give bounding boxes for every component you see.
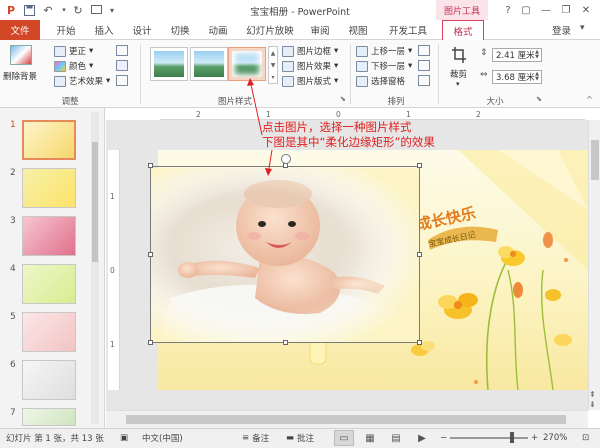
zoom-in-button[interactable]: +	[531, 431, 538, 445]
annotation-line-1: 点击图片，选择一种图片样式	[262, 120, 412, 134]
zoom-slider-thumb[interactable]	[509, 432, 514, 443]
reading-view-button[interactable]: ▤	[386, 430, 406, 446]
comments-button[interactable]: ▬ 批注	[286, 431, 314, 445]
editor-vertical-scrollbar[interactable]	[588, 120, 600, 410]
zoom-out-button[interactable]: −	[440, 431, 447, 445]
annotation-line-2: 下图是其中“柔化边缘矩形”的效果	[262, 135, 435, 149]
language-status[interactable]: 中文(中国)	[142, 431, 183, 445]
normal-view-button[interactable]: ▭	[334, 430, 354, 446]
next-slide-icon[interactable]: ⇟	[589, 400, 596, 409]
fit-slide-to-window-icon[interactable]: ⊡	[582, 431, 589, 445]
slide-count-status: 幻灯片 第 1 张，共 13 张	[6, 434, 104, 444]
slide-sorter-view-button[interactable]: ▦	[360, 430, 380, 446]
slideshow-view-button[interactable]: ▶	[412, 430, 432, 446]
zoom-level[interactable]: 270%	[543, 431, 567, 445]
previous-slide-icon[interactable]: ⇞	[589, 390, 596, 399]
notes-button[interactable]: ≡ 备注	[242, 431, 269, 445]
annotation-arrows	[247, 78, 273, 176]
notes-icon: ≡	[242, 433, 250, 443]
comments-icon: ▬	[286, 433, 295, 443]
zoom-slider[interactable]	[450, 437, 528, 439]
spelling-check-icon[interactable]: ▣	[120, 431, 128, 445]
tutorial-annotation: 点击图片，选择一种图片样式 下图是其中“柔化边缘矩形”的效果	[262, 120, 435, 150]
editor-horizontal-scrollbar[interactable]	[106, 410, 588, 428]
